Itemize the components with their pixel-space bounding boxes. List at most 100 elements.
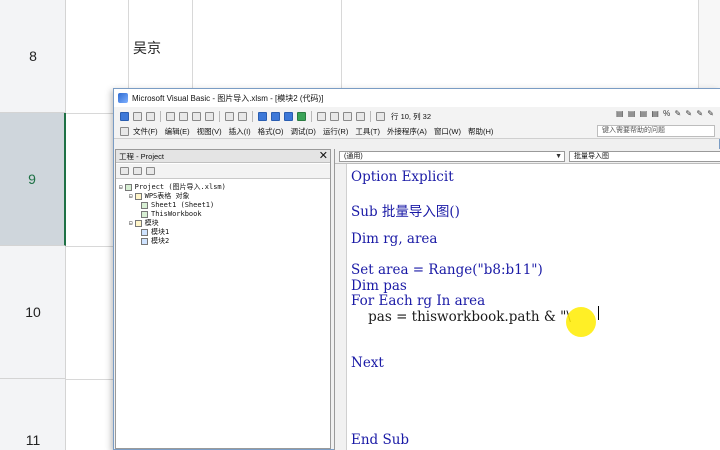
- toolbar-area: 行 10, 列 32 ▤ ▤ ▤ ▤ % ✎ ✎ ✎ ✎ 文件(F) 编辑(E)…: [114, 107, 720, 139]
- undo-icon[interactable]: [225, 111, 234, 121]
- menu-edit[interactable]: 编辑(E): [165, 126, 190, 137]
- view-excel-icon[interactable]: [120, 111, 129, 121]
- mouse-cursor-highlight: [566, 307, 596, 337]
- code-line-current[interactable]: pas = thisworkbook.path & "\: [351, 309, 571, 325]
- code-editor[interactable]: Option Explicit Sub 批量导入图() Dim rg, area…: [335, 164, 720, 450]
- save-icon[interactable]: [146, 111, 155, 121]
- object-browser-icon[interactable]: [343, 111, 352, 121]
- close-icon[interactable]: ✕: [319, 150, 328, 162]
- project-icon: [124, 184, 132, 191]
- vbe-window: Microsoft Visual Basic - 图片导入.xlsm - [模块…: [113, 88, 720, 450]
- project-pane-title: 工程 - Project ✕: [116, 150, 330, 163]
- menu-format[interactable]: 格式(O): [258, 126, 284, 137]
- tree-label: Sheet1 (Sheet1): [151, 201, 215, 209]
- copy-icon[interactable]: [179, 111, 188, 121]
- tree-item-module2[interactable]: 模块2: [141, 237, 226, 246]
- collapse-icon[interactable]: ⊟: [129, 192, 133, 201]
- project-explorer: 工程 - Project ✕ ⊟ Project (图片导入.xlsm) ⊟ WPS…: [115, 149, 331, 449]
- row-header-8[interactable]: 8: [0, 0, 66, 113]
- cursor-position: 行 10, 列 32: [391, 111, 432, 121]
- tree-item-objects[interactable]: ⊟ WPS表格 对象: [129, 192, 226, 201]
- code-margin[interactable]: [335, 164, 347, 450]
- tree-label: Project (图片导入.xlsm): [134, 183, 226, 191]
- toolbox-icon[interactable]: [356, 111, 365, 121]
- menu-help[interactable]: 帮助(H): [468, 126, 493, 137]
- code-line[interactable]: For Each rg In area: [351, 293, 485, 309]
- cell-b8[interactable]: 吴京: [133, 38, 161, 58]
- code-text: Dim pas: [351, 278, 407, 294]
- menu-window[interactable]: 窗口(W): [434, 126, 461, 137]
- text-caret: [598, 306, 599, 320]
- code-line[interactable]: Set area = Range("b8:b11"): [351, 262, 543, 278]
- title-bar[interactable]: Microsoft Visual Basic - 图片导入.xlsm - [模块…: [114, 89, 720, 107]
- project-tree: ⊟ Project (图片导入.xlsm) ⊟ WPS表格 对象 Sheet1 (S…: [119, 183, 226, 246]
- toolbar-separator: [370, 110, 371, 122]
- procedure-dropdown[interactable]: 批量导入图: [569, 151, 720, 162]
- cut-icon[interactable]: [166, 111, 175, 121]
- toolbar-separator: [219, 110, 220, 122]
- view-object-icon[interactable]: [133, 167, 142, 175]
- toolbar-separator: [311, 110, 312, 122]
- code-line[interactable]: Option Explicit: [351, 169, 454, 185]
- tree-item-sheet1[interactable]: Sheet1 (Sheet1): [141, 201, 226, 210]
- menu-view[interactable]: 视图(V): [197, 126, 222, 137]
- code-line[interactable]: Sub 批量导入图(): [351, 200, 460, 220]
- collapse-icon[interactable]: ⊟: [129, 219, 133, 228]
- toolbar-separator: [252, 110, 253, 122]
- object-dropdown-value: (通用): [344, 153, 363, 160]
- menu-run[interactable]: 运行(R): [323, 126, 348, 137]
- row-number: 8: [29, 48, 37, 64]
- row-number: 10: [25, 304, 41, 320]
- menu-bar: 文件(F) 编辑(E) 视图(V) 插入(I) 格式(O) 调试(D) 运行(R…: [118, 123, 500, 139]
- menu-file[interactable]: 文件(F): [133, 126, 158, 137]
- code-line[interactable]: End Sub: [351, 432, 409, 448]
- break-icon[interactable]: [271, 111, 280, 121]
- sheet-icon: [141, 202, 148, 209]
- find-icon[interactable]: [205, 111, 214, 121]
- project-toolbar: [116, 164, 330, 179]
- help-search-input[interactable]: 键入需要帮助的问题: [597, 125, 715, 137]
- menu-debug[interactable]: 调试(D): [291, 126, 316, 137]
- run-icon[interactable]: [258, 111, 267, 121]
- object-dropdown[interactable]: (通用) ▼: [339, 151, 565, 162]
- menu-insert[interactable]: 插入(I): [229, 126, 251, 137]
- project-explorer-icon[interactable]: [317, 111, 326, 121]
- view-code-icon[interactable]: [120, 167, 129, 175]
- tree-label: ThisWorkbook: [151, 210, 202, 218]
- workbook-icon: [141, 211, 148, 218]
- tree-label: 模块2: [151, 237, 170, 245]
- code-line[interactable]: Next: [351, 355, 384, 371]
- scrollbar[interactable]: [698, 0, 720, 88]
- tree-label: 模块: [144, 219, 159, 227]
- tree-item-modules[interactable]: ⊟ 模块: [129, 219, 226, 228]
- code-text: Dim rg, area: [351, 231, 438, 247]
- code-text: For Each rg In area: [351, 293, 486, 309]
- edit-toolbar[interactable]: ▤ ▤ ▤ ▤ % ✎ ✎ ✎ ✎: [616, 109, 715, 118]
- code-text: pas = thisworkbook.path & "\: [351, 309, 571, 325]
- tree-item-module1[interactable]: 模块1: [141, 228, 226, 237]
- row-header-11[interactable]: 11: [0, 379, 66, 450]
- code-line[interactable]: Dim rg, area: [351, 231, 437, 247]
- tree-label: WPS表格 对象: [144, 192, 190, 200]
- reset-icon[interactable]: [284, 111, 293, 121]
- design-mode-icon[interactable]: [297, 111, 306, 121]
- tree-item-project[interactable]: ⊟ Project (图片导入.xlsm): [119, 183, 226, 192]
- row-header-9[interactable]: 9: [0, 113, 66, 246]
- collapse-icon[interactable]: ⊟: [119, 183, 123, 192]
- folder-icon: [134, 220, 142, 227]
- redo-icon[interactable]: [238, 111, 247, 121]
- menu-tools[interactable]: 工具(T): [355, 126, 380, 137]
- procedure-dropdown-value: 批量导入图: [574, 153, 609, 160]
- menu-addins[interactable]: 外接程序(A): [387, 126, 427, 137]
- code-line[interactable]: Dim pas: [351, 278, 407, 294]
- vba-app-icon: [118, 93, 128, 103]
- tree-item-thisworkbook[interactable]: ThisWorkbook: [141, 210, 226, 219]
- row-header-10[interactable]: 10: [0, 246, 66, 379]
- module-icon: [141, 238, 148, 245]
- window-title: Microsoft Visual Basic - 图片导入.xlsm - [模块…: [132, 93, 324, 103]
- help-icon[interactable]: [376, 111, 385, 121]
- properties-icon[interactable]: [330, 111, 339, 121]
- toggle-folders-icon[interactable]: [146, 167, 155, 175]
- paste-icon[interactable]: [192, 111, 201, 121]
- insert-icon[interactable]: [133, 111, 142, 121]
